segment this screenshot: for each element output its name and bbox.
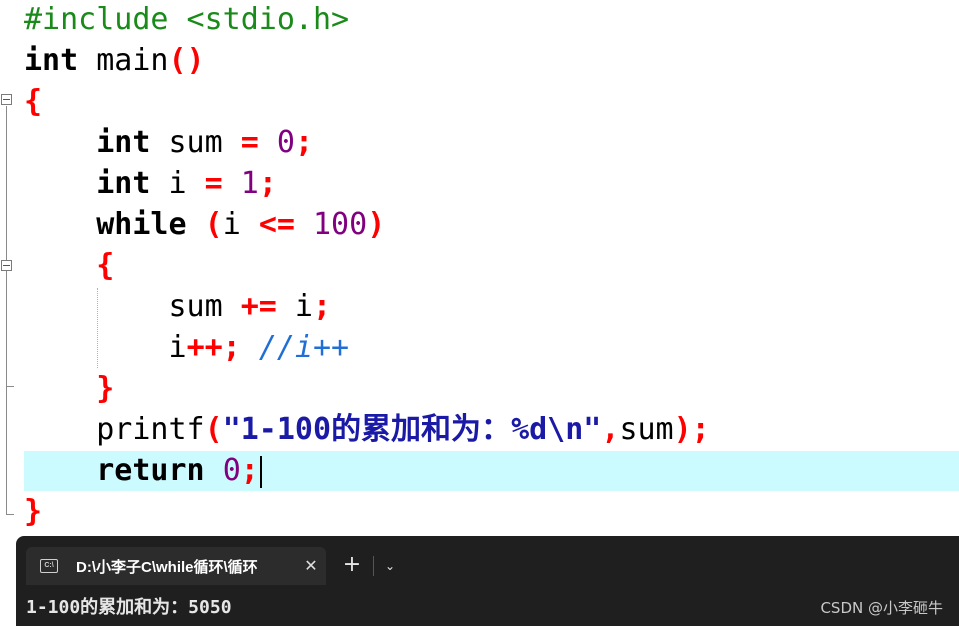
- comment: //i++: [258, 330, 350, 365]
- code-editor[interactable]: #include <stdio.h> int main() { int sum …: [0, 0, 959, 536]
- operator: <=: [258, 207, 295, 242]
- identifier: sum: [150, 125, 241, 160]
- semicolon: ;: [294, 125, 313, 160]
- keyword: int: [96, 166, 151, 201]
- fold-toggle-while-icon[interactable]: [1, 260, 12, 271]
- semicolon: ;: [313, 289, 332, 324]
- code-line-1[interactable]: #include <stdio.h>: [24, 0, 959, 40]
- code-line-11[interactable]: printf("1-100的累加和为：%d\n",sum);: [24, 410, 959, 450]
- fold-toggle-main-icon[interactable]: [1, 94, 12, 105]
- code-line-12-current[interactable]: return 0;: [24, 451, 959, 491]
- identifier: i: [150, 166, 205, 201]
- operator: );: [673, 412, 710, 447]
- brace-close: }: [24, 494, 43, 529]
- function-name: printf: [96, 412, 205, 447]
- brace-open: {: [96, 248, 115, 283]
- fold-gutter: [0, 0, 20, 536]
- terminal-tab[interactable]: C:\ D:\小李子C\while循环\循环 ✕: [26, 547, 326, 585]
- code-line-7[interactable]: {: [24, 246, 959, 286]
- number-literal: 100: [313, 207, 368, 242]
- operator: (: [204, 412, 223, 447]
- operator: =: [240, 125, 259, 160]
- terminal-tab-title: D:\小李子C\while循环\循环: [76, 558, 258, 576]
- preprocessor-include: #include <stdio.h>: [24, 2, 350, 37]
- terminal-output[interactable]: 1-100的累加和为：5050: [26, 594, 232, 622]
- number-literal: 0: [222, 453, 241, 488]
- operator: +=: [240, 289, 277, 324]
- number-literal: 1: [240, 166, 259, 201]
- identifier: i: [222, 207, 259, 242]
- keyword: int: [24, 43, 79, 78]
- code-line-2[interactable]: int main(): [24, 41, 959, 81]
- terminal-window: C:\ D:\小李子C\while循环\循环 ✕ + ⌄ 1-100的累加和为：…: [16, 536, 959, 626]
- keyword: while: [96, 207, 187, 242]
- keyword: int: [96, 125, 151, 160]
- identifier: sum: [619, 412, 674, 447]
- identifier: i: [168, 330, 187, 365]
- code-line-5[interactable]: int i = 1;: [24, 164, 959, 204]
- semicolon: ;: [240, 453, 259, 488]
- fold-line-main: [6, 106, 7, 514]
- keyword: return: [96, 453, 205, 488]
- chevron-down-icon[interactable]: ⌄: [381, 555, 399, 577]
- operator: ): [367, 207, 386, 242]
- identifier: i: [276, 289, 313, 324]
- text-caret: [259, 455, 262, 488]
- fold-end-main: [6, 514, 14, 515]
- fold-end-while: [6, 386, 14, 387]
- number-literal: 0: [276, 125, 295, 160]
- new-tab-button[interactable]: +: [342, 552, 362, 578]
- watermark: CSDN @小李砸牛: [820, 599, 943, 617]
- string-literal: %d\n": [511, 412, 602, 447]
- operator: ,: [601, 412, 620, 447]
- brace-open: {: [24, 84, 43, 119]
- code-line-3[interactable]: {: [24, 82, 959, 122]
- close-icon[interactable]: ✕: [296, 556, 326, 576]
- semicolon: ;: [258, 166, 277, 201]
- string-literal: "1-100: [222, 412, 332, 447]
- code-line-9[interactable]: i++; //i++: [24, 328, 959, 368]
- operator: ++;: [186, 330, 241, 365]
- code-line-8[interactable]: sum += i;: [24, 287, 959, 327]
- brace-close: }: [96, 371, 115, 406]
- code-line-4[interactable]: int sum = 0;: [24, 123, 959, 163]
- identifier: sum: [168, 289, 241, 324]
- code-line-10[interactable]: }: [24, 369, 959, 409]
- operator: =: [204, 166, 223, 201]
- string-literal-cjk: 的累加和为：: [331, 412, 512, 447]
- tab-separator: [373, 556, 374, 576]
- operator: (: [204, 207, 223, 242]
- code-line-6[interactable]: while (i <= 100): [24, 205, 959, 245]
- code-line-13[interactable]: }: [24, 492, 959, 532]
- operator: (): [168, 43, 205, 78]
- function-name: main: [78, 43, 169, 78]
- console-icon: C:\: [40, 559, 58, 573]
